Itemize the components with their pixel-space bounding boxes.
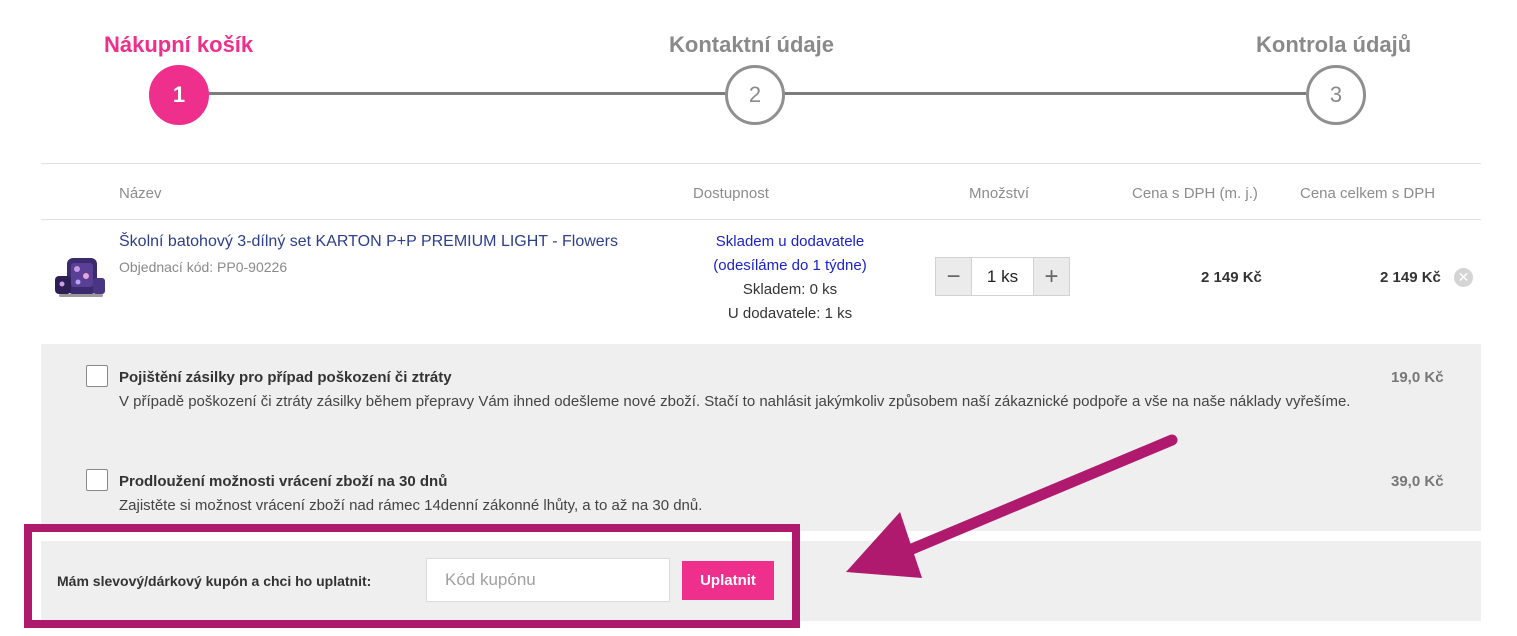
extended-return-price: 39,0 Kč: [1391, 473, 1444, 490]
extended-return-description: Zajistěte si možnost vrácení zboží nad r…: [119, 497, 703, 514]
increase-quantity-button[interactable]: +: [1034, 258, 1069, 295]
remove-item-icon[interactable]: ✕: [1454, 268, 1473, 287]
extended-return-checkbox[interactable]: [86, 469, 108, 491]
table-top-divider: [41, 163, 1481, 164]
step-line-1-2: [208, 92, 725, 95]
step-circle-3[interactable]: 3: [1306, 65, 1366, 125]
availability-supplier-line[interactable]: Skladem u dodavatele: [690, 230, 890, 254]
extended-return-title: Prodloužení možnosti vrácení zboží na 30…: [119, 473, 448, 490]
header-name: Název: [119, 185, 162, 202]
product-code: Objednací kód: PP0-90226: [119, 259, 288, 275]
unit-price: 2 149 Kč: [1201, 269, 1262, 286]
step-circle-2[interactable]: 2: [725, 65, 785, 125]
quantity-input[interactable]: 1 ks: [971, 258, 1034, 295]
insurance-checkbox[interactable]: [86, 365, 108, 387]
availability-shipping-line[interactable]: (odesíláme do 1 týdne): [690, 254, 890, 278]
step-label-review[interactable]: Kontrola údajů: [1256, 32, 1411, 58]
step-line-2-3: [784, 92, 1306, 95]
header-divider: [41, 219, 1481, 220]
decrease-quantity-button[interactable]: −: [936, 258, 971, 295]
header-total-price: Cena celkem s DPH: [1300, 185, 1436, 202]
header-availability: Dostupnost: [693, 185, 769, 202]
step-label-cart[interactable]: Nákupní košík: [104, 32, 253, 58]
product-name-link[interactable]: Školní batohový 3-dílný set KARTON P+P P…: [119, 233, 618, 251]
annotation-arrow-icon: [846, 434, 1178, 578]
step-circle-1[interactable]: 1: [149, 65, 209, 125]
insurance-description: V případě poškození či ztráty zásilky bě…: [119, 393, 1351, 410]
header-quantity: Množství: [969, 185, 1030, 202]
annotation-highlight-box: [24, 524, 800, 628]
step-label-contact[interactable]: Kontaktní údaje: [669, 32, 834, 58]
insurance-title: Pojištění zásilky pro případ poškození č…: [119, 369, 452, 386]
supplier-count: U dodavatele: 1 ks: [727, 305, 853, 322]
product-thumbnail[interactable]: [51, 254, 109, 300]
total-price: 2 149 Kč: [1380, 269, 1441, 286]
insurance-price: 19,0 Kč: [1391, 369, 1444, 386]
header-unit-price: Cena s DPH (m. j.): [1132, 185, 1258, 202]
quantity-stepper: − 1 ks +: [935, 257, 1070, 296]
stock-count: Skladem: 0 ks: [742, 281, 838, 298]
